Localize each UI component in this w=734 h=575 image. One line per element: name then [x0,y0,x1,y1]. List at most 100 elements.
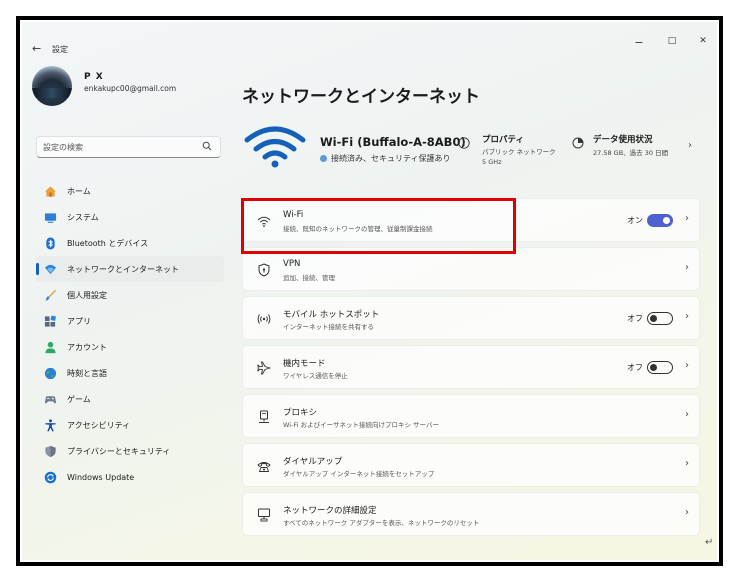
page-title: ネットワークとインターネット [242,87,480,107]
row-vpn[interactable]: VPN 追加、接続、管理 › [242,247,700,291]
network-status-card: Wi-Fi (Buffalo-A-8AB0) 接続済み、セキュリティ保護あり プ… [242,122,702,182]
chevron-right-icon[interactable]: › [685,409,689,420]
row-advanced-network-settings[interactable]: ネットワークの詳細設定 すべてのネットワーク アダプターを表示、ネットワークのリ… [242,492,700,536]
toggle-knob [650,315,657,322]
airplane-icon [257,361,271,375]
row-title: VPN [283,259,301,269]
return-arrow-icon: ↵ [705,537,714,548]
row-description: Wi-Fi およびイーサネット接続向けプロキシ サーバー [283,421,439,429]
close-button[interactable]: ✕ [693,36,713,46]
data-usage-icon[interactable] [572,137,584,149]
sidebar-item-privacy[interactable]: プライバシーとセキュリティ [36,438,224,464]
row-title: モバイル ホットスポット [283,310,380,320]
sidebar-item-label: 時刻と言語 [67,368,107,378]
row-title: Wi-Fi [283,210,304,220]
chevron-right-icon[interactable]: › [685,360,689,371]
home-icon [44,185,57,197]
sidebar-item-bluetooth[interactable]: Bluetooth とデバイス [36,230,224,256]
sidebar-item-accessibility[interactable]: アクセシビリティ [36,412,224,438]
data-usage-link[interactable]: データ使用状況 [593,133,653,145]
sidebar-item-label: ホーム [67,186,91,196]
chevron-right-icon[interactable]: › [685,213,689,224]
row-description: すべてのネットワーク アダプターを表示、ネットワークのリセット [283,519,480,527]
chevron-right-icon[interactable]: › [688,140,692,151]
row-airplane-mode[interactable]: 機内モード ワイヤレス通信を停止 オフ › [242,345,700,389]
sidebar-item-label: システム [67,212,99,222]
network-band: 5 GHz [482,158,502,166]
sidebar-item-label: Windows Update [67,472,135,482]
sidebar-item-label: Bluetooth とデバイス [67,238,149,248]
sidebar-item-time-language[interactable]: 時刻と言語 [36,360,224,386]
vpn-shield-icon [258,263,270,277]
row-title: プロキシ [283,408,318,418]
connection-status-text: 接続済み、セキュリティ保護あり [331,154,450,163]
brush-icon [45,289,57,301]
sidebar-item-gaming[interactable]: ゲーム [36,386,224,412]
chevron-right-icon[interactable]: › [685,507,689,518]
bluetooth-icon [46,236,55,250]
back-button[interactable]: ← [32,42,41,55]
user-profile[interactable]: P X enkakupc00@gmail.com [32,66,222,110]
shield-icon [45,445,56,457]
sidebar-item-label: プライバシーとセキュリティ [67,446,171,456]
sidebar-item-personalization[interactable]: 個人用設定 [36,282,224,308]
dialup-icon [257,462,271,472]
row-dialup[interactable]: ダイヤルアップ ダイヤルアップ インターネット接続をセットアップ › [242,443,700,487]
row-title: ネットワークの詳細設定 [283,506,377,516]
wifi-icon [257,216,271,227]
airplane-mode-toggle[interactable] [647,361,673,374]
row-wifi[interactable]: Wi-Fi 接続、既知のネットワークの管理、従量制課金接続 オン › [242,198,700,242]
sidebar-item-network[interactable]: ネットワークとインターネット [36,256,224,282]
toggle-state-label: オン [627,216,643,225]
connection-status: 接続済み、セキュリティ保護あり [320,153,450,164]
gamepad-icon [44,395,57,403]
chevron-right-icon[interactable]: › [685,458,689,469]
sidebar-item-label: アプリ [67,316,91,326]
row-description: 追加、接続、管理 [283,274,335,282]
sidebar-item-apps[interactable]: アプリ [36,308,224,334]
toggle-state-label: オフ [627,314,643,323]
sidebar-item-windows-update[interactable]: Windows Update [36,464,224,490]
wifi-toggle[interactable] [647,214,673,227]
info-icon[interactable] [458,137,470,149]
hotspot-icon [257,314,271,324]
maximize-button[interactable]: □ [662,36,682,46]
row-mobile-hotspot[interactable]: モバイル ホットスポット インターネット接続を共有する オフ › [242,296,700,340]
window-title: 設定 [52,45,68,54]
minimize-button[interactable]: − [629,36,649,49]
apps-icon [44,314,57,327]
globe-clock-icon [44,367,57,379]
sidebar-item-home[interactable]: ホーム [36,178,224,204]
profile-name: P X [84,72,104,82]
wifi-large-icon [244,126,306,168]
search-input[interactable] [43,140,193,154]
system-icon [44,212,57,223]
chevron-right-icon[interactable]: › [685,311,689,322]
globe-icon [320,155,327,162]
properties-link[interactable]: プロパティ [482,133,524,145]
row-description: インターネット接続を共有する [283,323,374,331]
network-pc-icon [258,508,270,522]
search-icon[interactable] [202,141,212,151]
sidebar-item-label: ネットワークとインターネット [67,264,179,274]
sidebar-item-accounts[interactable]: アカウント [36,334,224,360]
network-icon [44,264,57,274]
sidebar-item-system[interactable]: システム [36,204,224,230]
row-proxy[interactable]: プロキシ Wi-Fi およびイーサネット接続向けプロキシ サーバー › [242,394,700,438]
row-description: 接続、既知のネットワークの管理、従量制課金接続 [283,225,433,233]
row-description: ダイヤルアップ インターネット接続をセットアップ [283,470,435,478]
properties-details: パブリック ネットワーク 5 GHz [482,147,556,167]
chevron-right-icon[interactable]: › [685,262,689,273]
accessibility-icon [45,418,56,432]
sidebar-nav: ホーム システム Bluetooth とデバイス ネットワークとインターネット … [36,178,224,490]
proxy-icon [259,410,269,423]
row-title: ダイヤルアップ [283,457,343,467]
screenshot-frame: ← 設定 − □ ✕ P X enkakupc00@gmail.com 設定の検… [16,16,723,566]
mobile-hotspot-toggle[interactable] [647,312,673,325]
row-title: 機内モード [283,359,326,369]
sidebar-item-label: ゲーム [67,394,91,404]
windows-update-icon [44,471,57,483]
toggle-knob [663,217,670,224]
search-box[interactable] [36,136,221,158]
account-icon [45,341,56,353]
